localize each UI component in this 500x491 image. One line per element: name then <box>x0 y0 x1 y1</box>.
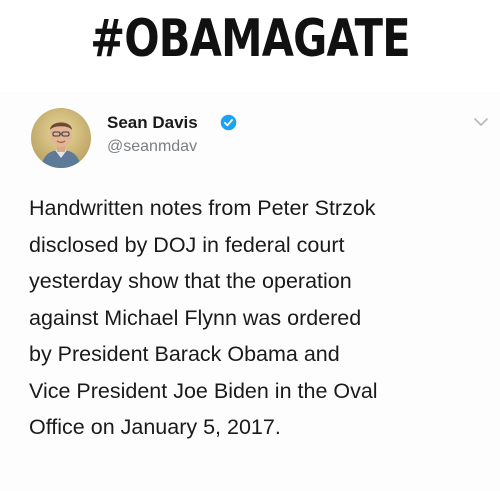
avatar-photo-icon[interactable] <box>31 108 91 168</box>
author-name[interactable]: Sean Davis <box>107 112 198 134</box>
tweet-text-line: Handwritten notes from Peter Strzok <box>29 196 376 220</box>
author-handle[interactable]: @seanmdav <box>107 137 197 157</box>
verified-badge-icon <box>220 114 237 131</box>
tweet-text-line: yesterday show that the operation <box>29 269 352 293</box>
tweet-card[interactable]: Sean Davis @seanmdav Handwritten notes f… <box>0 92 500 491</box>
tweet-text-line: Office on January 5, 2017. <box>29 415 281 439</box>
tweet-text-line: disclosed by DOJ in federal court <box>29 232 345 257</box>
tweet-text-line: by President Barack Obama and <box>29 342 340 366</box>
tweet-text-line: against Michael Flynn was ordered <box>29 305 362 330</box>
chevron-down-icon[interactable] <box>474 118 488 127</box>
headline-hashtag: #OBAMAGATE <box>90 9 410 69</box>
tweet-text: Handwritten notes from Peter Strzok disc… <box>29 190 479 446</box>
tweet-text-line: Vice President Joe Biden in the Oval <box>29 378 378 403</box>
